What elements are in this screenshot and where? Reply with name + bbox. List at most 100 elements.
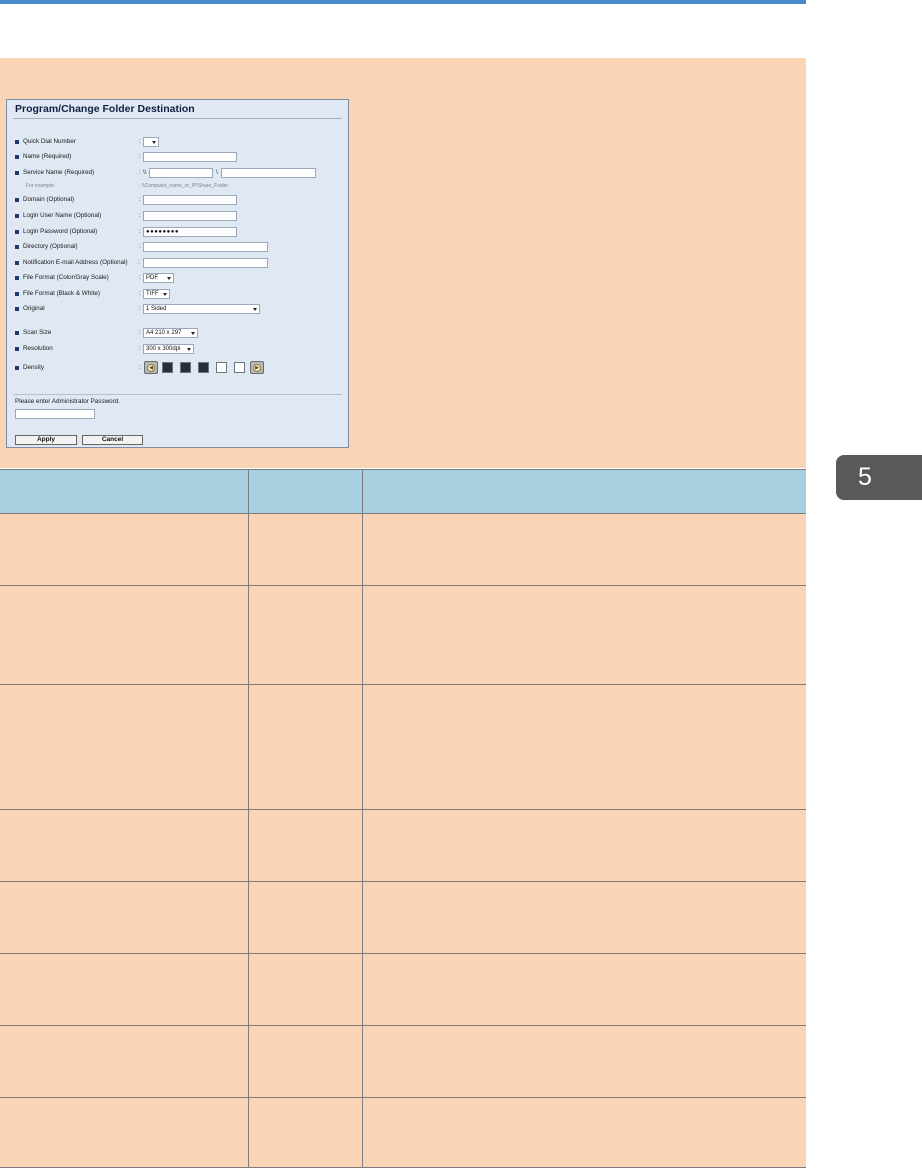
dialog-divider xyxy=(13,394,342,395)
service-folder-input[interactable] xyxy=(221,168,316,178)
table-cell xyxy=(0,1025,248,1098)
table-header-cell xyxy=(0,469,248,514)
table-cell xyxy=(0,881,248,954)
table-cell xyxy=(247,585,362,685)
density-level-2[interactable] xyxy=(180,362,191,373)
density-level-5[interactable] xyxy=(234,362,245,373)
row-directory: Directory (Optional) : xyxy=(7,241,348,255)
table-row xyxy=(0,585,806,685)
row-notification: Notification E-mail Address (Optional) : xyxy=(7,257,348,271)
density-level-1[interactable] xyxy=(162,362,173,373)
chapter-number: 5 xyxy=(858,463,872,491)
file-format-bw-label: File Format (Black & White) xyxy=(23,290,100,297)
row-login-password: Login Password (Optional) : ●●●●●●●● xyxy=(7,226,348,240)
settings-table xyxy=(0,469,806,1168)
chevron-down-icon xyxy=(152,141,156,144)
quick-dial-select[interactable] xyxy=(143,137,159,147)
table-cell xyxy=(247,953,362,1026)
table-cell xyxy=(361,585,806,685)
chevron-down-icon xyxy=(253,308,257,311)
table-cell xyxy=(0,1097,248,1168)
apply-button[interactable]: Apply xyxy=(15,435,77,445)
table-cell xyxy=(361,1097,806,1168)
login-password-input[interactable]: ●●●●●●●● xyxy=(143,227,237,237)
directory-input[interactable] xyxy=(143,242,268,252)
table-header-row xyxy=(0,469,806,514)
table-cell xyxy=(247,513,362,586)
domain-label: Domain (Optional) xyxy=(23,196,75,203)
density-label: Density xyxy=(23,364,44,371)
service-host-input[interactable] xyxy=(149,168,213,178)
bullet-icon xyxy=(15,307,19,311)
table-row xyxy=(0,513,806,586)
row-original: Original : 1 Sided xyxy=(7,303,348,317)
quick-dial-label: Quick Dial Number xyxy=(23,138,76,145)
chevron-down-icon xyxy=(187,348,191,351)
notification-input[interactable] xyxy=(143,258,268,268)
file-format-bw-select[interactable]: TIFF xyxy=(143,289,170,299)
density-increase-button[interactable]: ▶ xyxy=(250,361,264,374)
cancel-button[interactable]: Cancel xyxy=(82,435,143,445)
density-decrease-button[interactable]: ◀ xyxy=(144,361,158,374)
bullet-icon xyxy=(15,366,19,370)
bullet-icon xyxy=(15,171,19,175)
login-user-label: Login User Name (Optional) xyxy=(23,212,102,219)
table-row xyxy=(0,881,806,954)
resolution-label: Resolution xyxy=(23,345,53,352)
row-scan-size: Scan Size : A4 210 x 297 xyxy=(7,327,348,341)
program-folder-dialog: Program/Change Folder Destination Quick … xyxy=(6,99,349,448)
original-label: Original xyxy=(23,305,45,312)
row-service-name: Service Name (Required) : \\ \ xyxy=(7,167,348,181)
chapter-tab: 5 xyxy=(836,455,922,500)
row-domain: Domain (Optional) : xyxy=(7,194,348,208)
scan-size-label: Scan Size xyxy=(23,329,52,336)
file-format-color-select[interactable]: PDF xyxy=(143,273,174,283)
bullet-icon xyxy=(15,331,19,335)
top-rule xyxy=(0,0,806,4)
admin-password-prompt: Please enter Administrator Password. xyxy=(15,398,120,405)
bullet-icon xyxy=(15,347,19,351)
bullet-icon xyxy=(15,214,19,218)
row-name: Name (Required) : xyxy=(7,151,348,165)
bullet-icon xyxy=(15,261,19,265)
bullet-icon xyxy=(15,292,19,296)
chevron-down-icon xyxy=(191,332,195,335)
login-user-input[interactable] xyxy=(143,211,237,221)
density-level-3[interactable] xyxy=(198,362,209,373)
table-row xyxy=(0,953,806,1026)
table-cell xyxy=(247,881,362,954)
table-cell xyxy=(0,809,248,882)
example-label: For example: xyxy=(26,183,56,189)
row-file-format-color: File Format (Color/Gray Scale) : PDF xyxy=(7,272,348,286)
bullet-icon xyxy=(15,155,19,159)
table-cell xyxy=(247,684,362,810)
directory-label: Directory (Optional) xyxy=(23,243,78,250)
original-select[interactable]: 1 Sided xyxy=(143,304,260,314)
domain-input[interactable] xyxy=(143,195,237,205)
admin-password-input[interactable] xyxy=(15,409,95,419)
table-cell xyxy=(361,513,806,586)
service-name-label: Service Name (Required) xyxy=(23,169,95,176)
scan-size-select[interactable]: A4 210 x 297 xyxy=(143,328,198,338)
table-cell xyxy=(247,1097,362,1168)
table-cell xyxy=(361,953,806,1026)
chevron-down-icon xyxy=(167,277,171,280)
login-password-label: Login Password (Optional) xyxy=(23,228,98,235)
row-login-user: Login User Name (Optional) : xyxy=(7,210,348,224)
table-cell xyxy=(247,1025,362,1098)
bullet-icon xyxy=(15,276,19,280)
density-lighter-icon: ◀ xyxy=(147,363,155,372)
density-level-4[interactable] xyxy=(216,362,227,373)
row-density: Density : ◀ ▶ xyxy=(7,361,348,376)
row-file-format-bw: File Format (Black & White) : TIFF xyxy=(7,288,348,302)
table-cell xyxy=(0,953,248,1026)
name-input[interactable] xyxy=(143,152,237,162)
title-divider xyxy=(13,118,342,119)
table-row xyxy=(0,684,806,810)
resolution-select[interactable]: 300 x 300dpi xyxy=(143,344,194,354)
table-header-cell xyxy=(361,469,806,514)
bullet-icon xyxy=(15,140,19,144)
table-cell xyxy=(0,585,248,685)
file-format-color-label: File Format (Color/Gray Scale) xyxy=(23,274,109,281)
table-row xyxy=(0,1097,806,1168)
